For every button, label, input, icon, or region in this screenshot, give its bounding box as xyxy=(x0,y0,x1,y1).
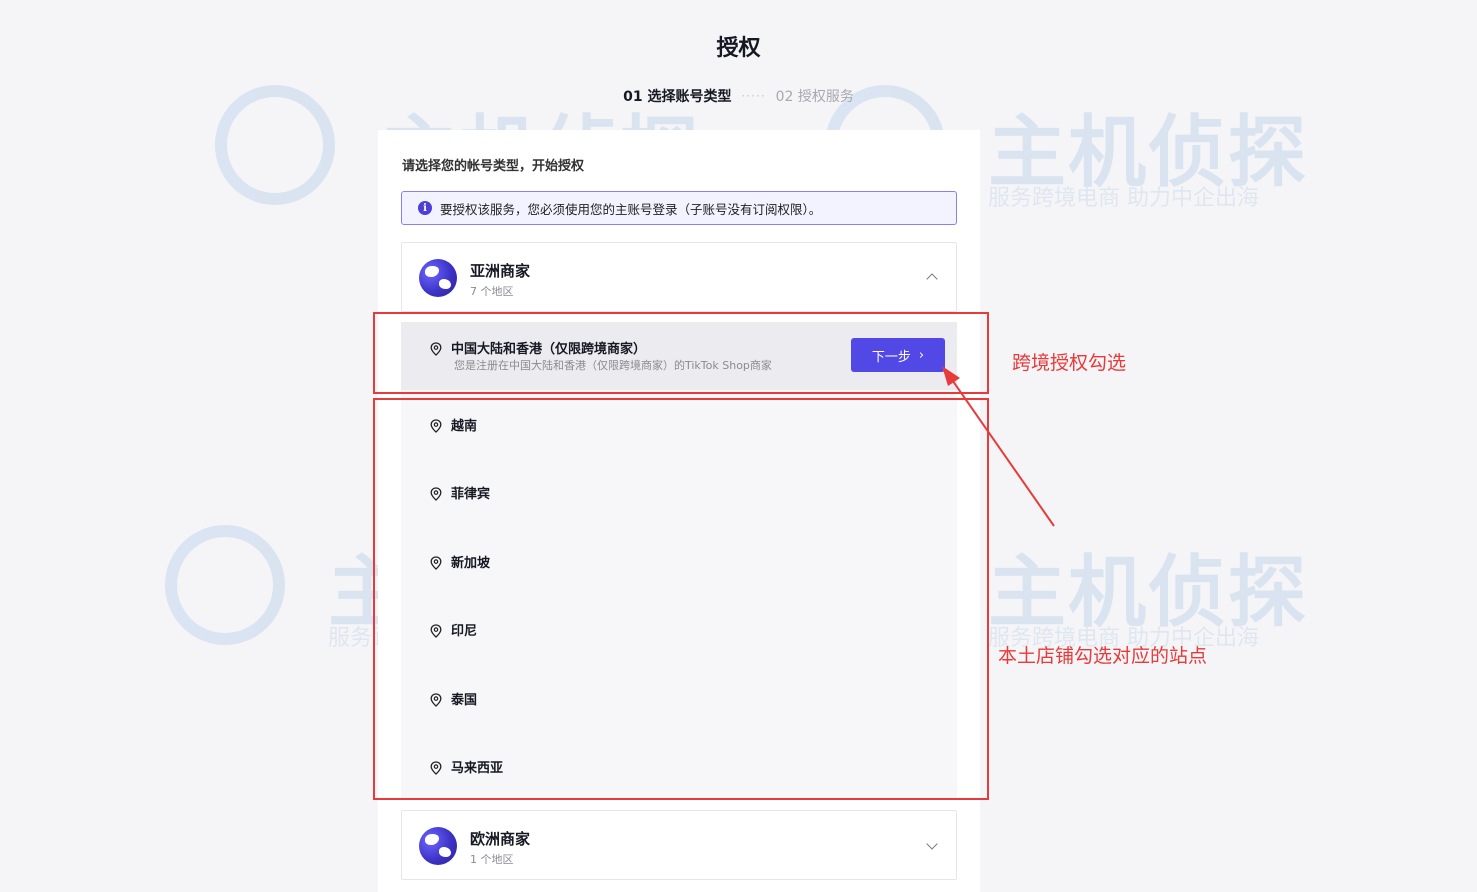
location-pin-icon xyxy=(430,760,442,775)
chevron-up-icon[interactable] xyxy=(926,273,938,285)
group-region-count: 1 个地区 xyxy=(470,853,514,866)
region-name: 泰国 xyxy=(451,693,478,708)
group-europe-merchants[interactable]: 欧洲商家 1 个地区 xyxy=(401,810,957,880)
region-item-malaysia[interactable]: 马来西亚 xyxy=(430,757,503,776)
location-pin-icon xyxy=(430,341,442,356)
page-title: 授权 xyxy=(716,36,761,61)
globe-icon xyxy=(419,827,457,865)
step-separator: ····· xyxy=(741,89,766,103)
group-region-count: 7 个地区 xyxy=(470,285,514,298)
region-item-vietnam[interactable]: 越南 xyxy=(430,415,477,434)
watermark-logo-icon xyxy=(165,525,285,645)
location-pin-icon xyxy=(430,623,442,638)
group-asia-merchants[interactable]: 亚洲商家 7 个地区 xyxy=(401,242,957,312)
step-1-label: 01 选择账号类型 xyxy=(623,89,732,105)
watermark-text: 主机侦探 xyxy=(988,548,1309,638)
region-item-singapore[interactable]: 新加坡 xyxy=(430,552,490,571)
next-step-label: 下一步 xyxy=(871,349,911,365)
location-pin-icon xyxy=(430,555,442,570)
chevron-right-icon: › xyxy=(918,347,925,363)
region-name: 中国大陆和香港（仅限跨境商家） xyxy=(451,342,647,357)
region-name: 新加坡 xyxy=(451,556,491,571)
notice-banner: i 要授权该服务，您必须使用您的主账号登录（子账号没有订阅权限）。 xyxy=(401,191,957,225)
step-indicator: 01 选择账号类型 ····· 02 授权服务 xyxy=(0,86,1477,106)
chevron-down-icon[interactable] xyxy=(926,838,938,850)
group-name: 欧洲商家 xyxy=(470,830,531,848)
annotation-text-local: 本土店铺勾选对应的站点 xyxy=(998,645,1208,667)
location-pin-icon xyxy=(430,418,442,433)
region-description: 您是注册在中国大陆和香港（仅限跨境商家）的TikTok Shop商家 xyxy=(454,359,772,372)
watermark-subtext: 服务跨境电商 助力中企出海 xyxy=(988,186,1259,211)
step-2-label: 02 授权服务 xyxy=(775,89,854,105)
watermark-text: 主机侦探 xyxy=(988,108,1309,198)
region-item-philippines[interactable]: 菲律宾 xyxy=(430,483,490,502)
info-icon: i xyxy=(418,201,432,215)
region-name: 菲律宾 xyxy=(451,487,491,502)
region-name: 印尼 xyxy=(451,624,478,639)
globe-icon xyxy=(419,259,457,297)
notice-text: 要授权该服务，您必须使用您的主账号登录（子账号没有订阅权限）。 xyxy=(440,201,822,217)
region-item-thailand[interactable]: 泰国 xyxy=(430,689,477,708)
location-pin-icon xyxy=(430,692,442,707)
region-item-indonesia[interactable]: 印尼 xyxy=(430,620,477,639)
region-name: 越南 xyxy=(451,419,478,434)
region-item-china-hk[interactable]: 中国大陆和香港（仅限跨境商家） xyxy=(430,338,646,357)
region-name: 马来西亚 xyxy=(451,761,504,776)
annotation-arrow-icon xyxy=(942,366,1055,527)
instruction-text: 请选择您的帐号类型，开始授权 xyxy=(402,159,585,174)
group-name: 亚洲商家 xyxy=(470,262,531,280)
location-pin-icon xyxy=(430,486,442,501)
